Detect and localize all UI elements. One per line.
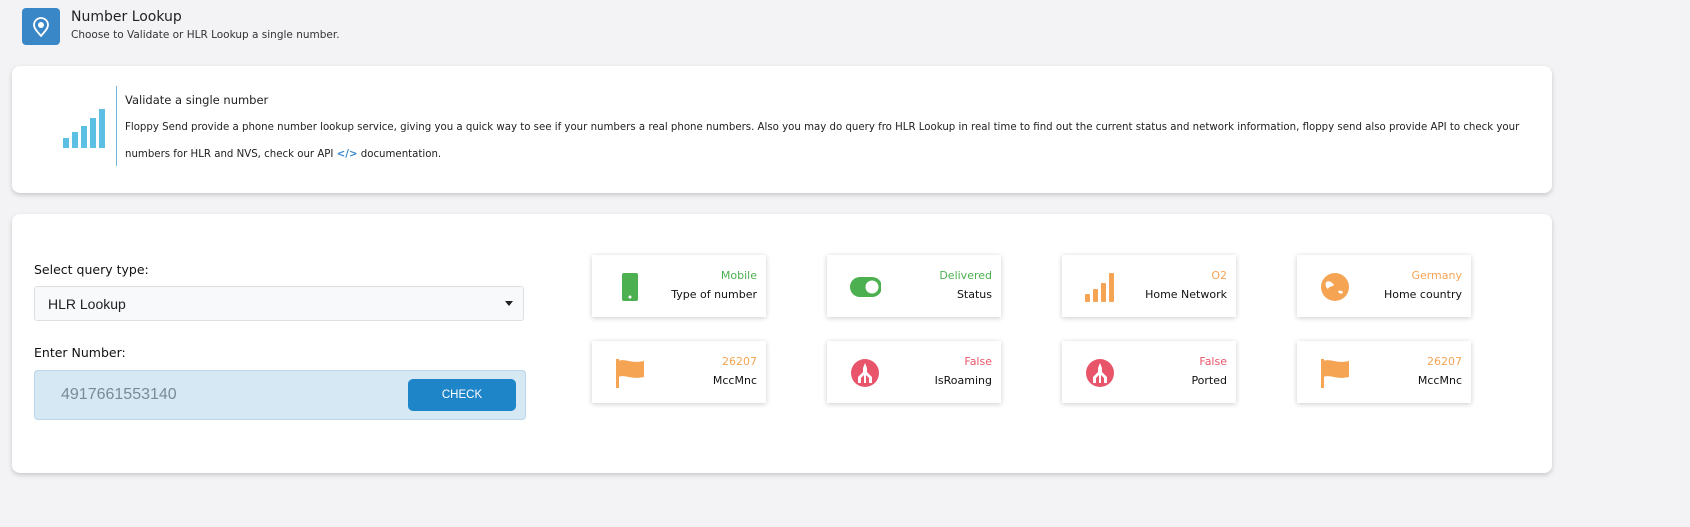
info-text-end: documentation. [360, 149, 442, 160]
stat-card-home-network: O2 Home Network [1062, 255, 1236, 317]
info-text-body: Floppy Send provide a phone number looku… [125, 122, 1520, 160]
ported-icon [1084, 357, 1116, 389]
stat-card-isroaming: False IsRoaming [827, 341, 1001, 403]
globe-icon [1319, 271, 1351, 303]
number-input-group: 4917661553140 CHECK [34, 370, 526, 420]
stat-card-home-country: Germany Home country [1297, 255, 1471, 317]
divider [116, 86, 117, 166]
chevron-down-icon [505, 301, 513, 306]
stat-value: O2 [1211, 269, 1227, 282]
stat-value: False [1199, 355, 1227, 368]
code-icon[interactable]: </> [337, 149, 358, 160]
number-label: Enter Number: [34, 345, 126, 360]
stat-label: MccMnc [712, 374, 757, 387]
roaming-icon [849, 357, 881, 389]
stat-label: Home country [1383, 288, 1462, 301]
stat-card-ported: False Ported [1062, 341, 1236, 403]
stat-label: Ported [1191, 374, 1227, 387]
stat-value: Mobile [720, 269, 757, 282]
stat-label: IsRoaming [934, 374, 992, 387]
stat-card-status: Delivered Status [827, 255, 1001, 317]
page-title: Number Lookup [71, 9, 182, 25]
stat-card-type-of-number: Mobile Type of number [592, 255, 766, 317]
info-card: Validate a single number Floppy Send pro… [12, 66, 1552, 193]
stat-value: 26207 [722, 355, 757, 368]
mobile-phone-icon [614, 271, 646, 303]
stat-label: Type of number [671, 288, 757, 301]
stat-value: 26207 [1427, 355, 1462, 368]
signal-bars-icon [63, 109, 105, 148]
query-type-label: Select query type: [34, 262, 149, 277]
phone-location-icon [22, 8, 60, 45]
check-button[interactable]: CHECK [408, 379, 516, 411]
flag-icon [614, 357, 646, 389]
stat-value: Germany [1411, 269, 1462, 282]
page-subtitle: Choose to Validate or HLR Lookup a singl… [71, 29, 340, 41]
number-input[interactable]: 4917661553140 [61, 386, 177, 404]
info-text: Floppy Send provide a phone number looku… [125, 114, 1535, 168]
flag-icon [1319, 357, 1351, 389]
stat-card-mccmnc: 26207 MccMnc [592, 341, 766, 403]
signal-icon [1084, 271, 1116, 303]
stat-card-mccmnc: 26207 MccMnc [1297, 341, 1471, 403]
query-type-select[interactable]: HLR Lookup [34, 286, 524, 321]
stat-value: False [964, 355, 992, 368]
stat-label: Home Network [1145, 288, 1227, 301]
query-type-value: HLR Lookup [48, 296, 126, 312]
toggle-on-icon [849, 271, 881, 303]
stat-label: MccMnc [1417, 374, 1462, 387]
info-title: Validate a single number [125, 93, 269, 107]
stat-value: Delivered [939, 269, 992, 282]
stat-label: Status [956, 288, 992, 301]
